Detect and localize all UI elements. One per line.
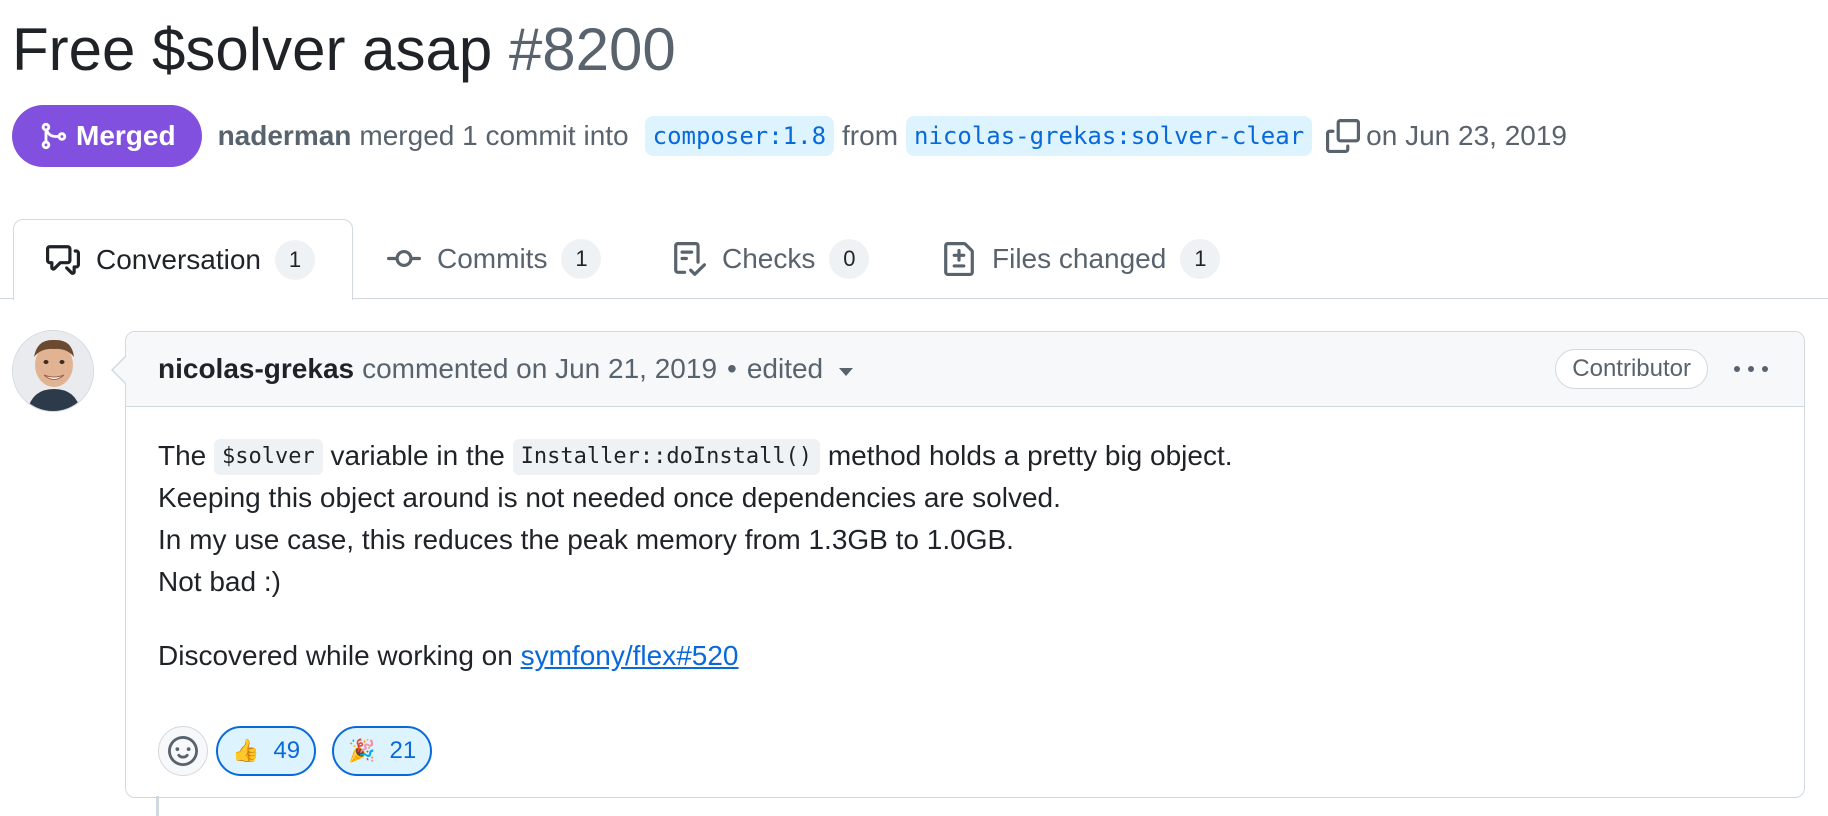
- head-branch[interactable]: nicolas-grekas:solver-clear: [906, 116, 1313, 156]
- tab-files-changed[interactable]: Files changed 1: [942, 219, 1221, 299]
- comment-line-2: Keeping this object around is not needed…: [158, 482, 1061, 513]
- tab-conversation[interactable]: Conversation 1: [13, 219, 353, 300]
- tab-checks-label: Checks: [722, 243, 816, 274]
- merged-state-label: Merged: [76, 120, 176, 151]
- pr-title: Free $solver asap #8200: [12, 14, 676, 86]
- tab-checks[interactable]: Checks 0: [672, 219, 870, 299]
- inline-code-installer: Installer::doInstall(): [512, 439, 821, 475]
- comment-text: Discovered while working on: [158, 640, 513, 671]
- comment-header: nicolas-grekas commented on Jun 21, 2019…: [126, 332, 1804, 407]
- comment-text: The: [158, 440, 207, 471]
- edited-dropdown[interactable]: edited: [747, 353, 823, 385]
- file-diff-icon: [944, 242, 974, 276]
- reaction-thumbs-up[interactable]: 👍 49: [216, 726, 317, 776]
- merged-text: merged 1 commit into: [359, 120, 629, 151]
- merged-by-link[interactable]: naderman: [218, 120, 352, 152]
- reaction-count: 21: [389, 737, 417, 764]
- party-popper-icon: 🎉: [348, 738, 376, 763]
- reaction-count: 49: [273, 737, 301, 764]
- comment-box: nicolas-grekas commented on Jun 21, 2019…: [125, 331, 1805, 798]
- comment-line-4: Not bad :): [158, 566, 281, 597]
- smiley-icon: [168, 736, 198, 766]
- tab-checks-count: 0: [829, 239, 870, 279]
- chevron-down-icon[interactable]: [839, 368, 854, 376]
- pr-number: #8200: [508, 16, 676, 83]
- tab-commits[interactable]: Commits 1: [387, 219, 602, 299]
- from-text: from: [842, 120, 899, 151]
- comment-meta[interactable]: commented on Jun 21, 2019: [362, 353, 717, 385]
- timeline-line: [156, 796, 159, 816]
- git-commit-icon: [387, 249, 421, 267]
- pr-meta: Merged naderman merged 1 commit into com…: [12, 104, 1567, 168]
- tab-commits-count: 1: [561, 239, 602, 279]
- inline-code-solver: $solver: [214, 439, 323, 475]
- tab-commits-label: Commits: [437, 243, 548, 274]
- tab-conversation-label: Conversation: [96, 244, 261, 275]
- thumbs-up-icon: 👍: [232, 738, 260, 763]
- reaction-hooray[interactable]: 🎉 21: [332, 726, 433, 776]
- meta-separator: •: [727, 353, 737, 384]
- comment-line-5: Discovered while working on symfony/flex…: [158, 635, 1772, 677]
- kebab-menu-icon[interactable]: [1734, 354, 1768, 384]
- git-merge-icon: [41, 122, 67, 150]
- tab-files-changed-count: 1: [1180, 239, 1221, 279]
- base-branch[interactable]: composer:1.8: [644, 116, 835, 156]
- merge-summary: naderman merged 1 commit into composer:1…: [218, 116, 1567, 156]
- comment-text: variable in the: [330, 440, 505, 471]
- pr-title-text: Free $solver asap: [12, 16, 493, 83]
- comment-discussion-icon: [46, 245, 80, 275]
- comment-line-3: In my use case, this reduces the peak me…: [158, 524, 1014, 555]
- comment-author[interactable]: nicolas-grekas: [158, 353, 354, 385]
- tab-conversation-count: 1: [274, 240, 315, 280]
- reactions-bar: 👍 49 🎉 21: [158, 726, 448, 776]
- avatar[interactable]: [12, 330, 94, 412]
- copy-icon[interactable]: [1326, 119, 1361, 153]
- checklist-icon: [674, 242, 706, 276]
- contributor-badge: Contributor: [1555, 349, 1708, 389]
- merged-date: on Jun 23, 2019: [1366, 120, 1567, 151]
- comment-caret-inner: [113, 357, 126, 383]
- comment-line-1: The $solver variable in the Installer::d…: [158, 435, 1772, 477]
- comment-text: method holds a pretty big object.: [827, 440, 1233, 471]
- merged-state-badge: Merged: [12, 105, 202, 167]
- issue-link[interactable]: symfony/flex#520: [521, 640, 739, 671]
- tab-files-changed-label: Files changed: [992, 243, 1167, 274]
- add-reaction-button[interactable]: [158, 726, 208, 776]
- comment-body: The $solver variable in the Installer::d…: [126, 407, 1804, 677]
